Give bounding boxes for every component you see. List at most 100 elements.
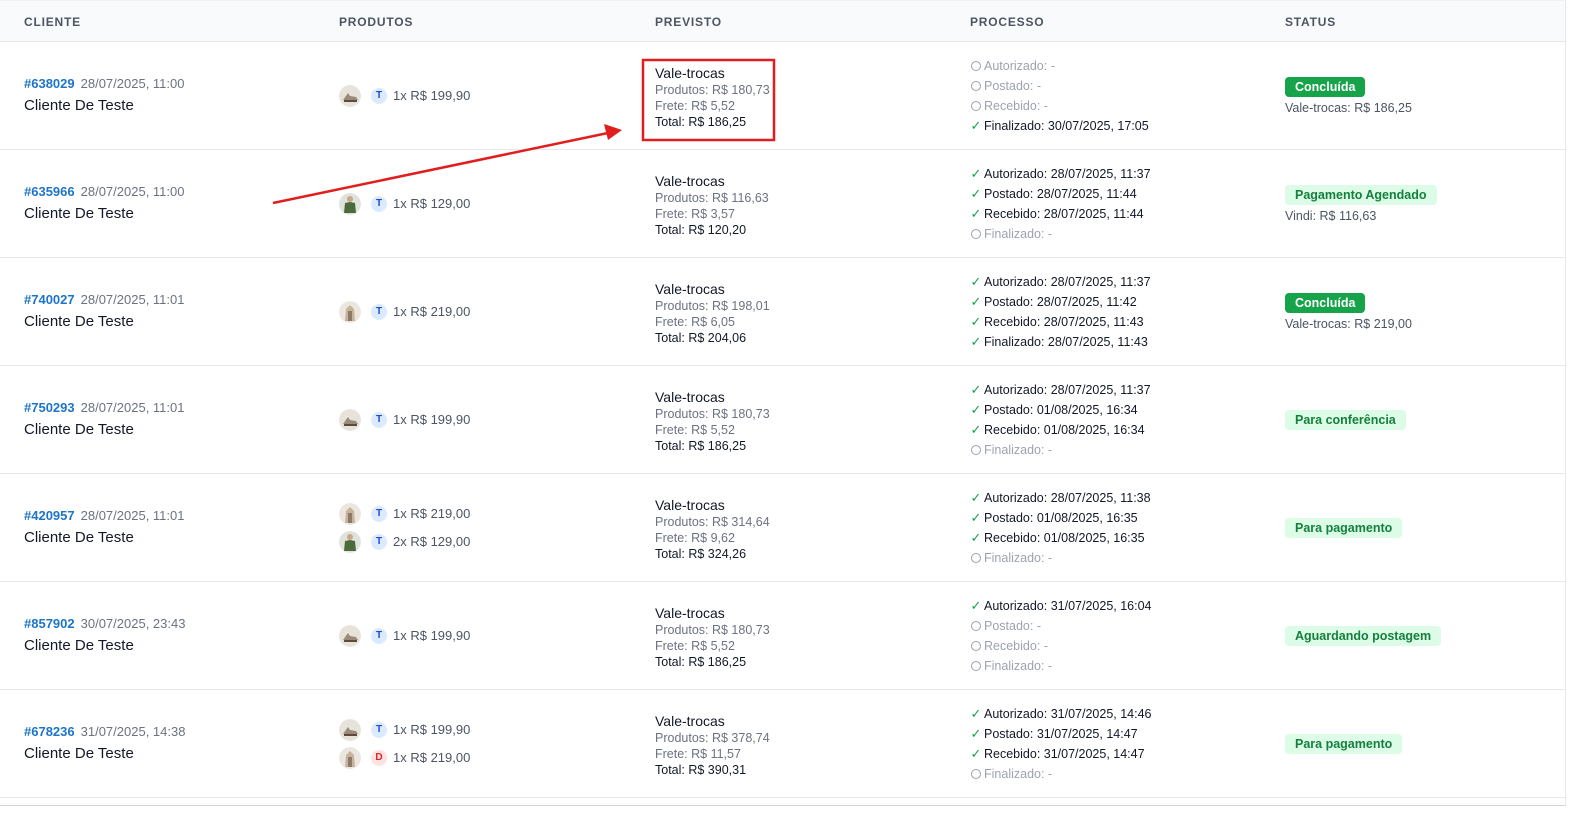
process-step: ✓ Postado: 28/07/2025, 11:44 [970, 184, 1270, 204]
product-thumbnail [339, 84, 361, 107]
process-step-text: Postado: 31/07/2025, 14:47 [984, 727, 1138, 741]
process-step: Finalizado: - [970, 224, 1270, 244]
process-cell: ✓ Autorizado: 28/07/2025, 11:37 ✓ Postad… [970, 164, 1270, 244]
table-row[interactable]: #678236 31/07/2025, 14:38 Cliente De Test… [0, 690, 1565, 798]
products-cell: T 1x R$ 219,00 T 2x R$ 129,00 [339, 474, 639, 581]
header-client[interactable]: CLIENTE [24, 15, 81, 29]
client-name: Cliente De Teste [24, 637, 134, 654]
product-item[interactable]: T 1x R$ 199,90 [339, 408, 639, 431]
table-row[interactable]: #420957 28/07/2025, 11:01 Cliente De Test… [0, 474, 1565, 582]
product-item[interactable]: T 1x R$ 219,00 [339, 300, 639, 323]
check-icon: ✓ [970, 510, 982, 525]
order-date: 28/07/2025, 11:01 [80, 508, 185, 523]
product-qty-price: 2x R$ 129,00 [393, 534, 471, 549]
forecast-freight: Frete: R$ 5,52 [655, 99, 735, 113]
product-qty-price: 1x R$ 219,00 [393, 750, 471, 765]
status-badge: Aguardando postagem [1285, 625, 1442, 646]
product-item[interactable]: D 1x R$ 219,00 [339, 746, 639, 769]
client-cell: #420957 28/07/2025, 11:01 Cliente De Test… [24, 507, 324, 546]
product-qty-price: 1x R$ 199,90 [393, 88, 471, 103]
process-step: ✓ Autorizado: 31/07/2025, 14:46 [970, 704, 1270, 724]
table-row[interactable]: #857902 30/07/2025, 23:43 Cliente De Test… [0, 582, 1565, 690]
process-step-text: Postado: 28/07/2025, 11:42 [984, 295, 1137, 309]
process-step: ✓ Postado: 01/08/2025, 16:34 [970, 400, 1270, 420]
client-name: Cliente De Teste [24, 97, 134, 114]
forecast-total: Total: R$ 186,25 [655, 655, 747, 669]
forecast-title: Vale-trocas [655, 713, 725, 729]
products-cell: T 1x R$ 199,90 [339, 582, 639, 689]
status-cell: Concluída Vale-trocas: R$ 219,00 [1285, 258, 1555, 365]
process-step: ✓ Recebido: 28/07/2025, 11:43 [970, 312, 1270, 332]
product-type-badge: T [371, 303, 387, 320]
header-products[interactable]: PRODUTOS [339, 15, 413, 29]
header-forecast[interactable]: PREVISTO [655, 15, 722, 29]
process-step-text: Recebido: 28/07/2025, 11:43 [984, 315, 1144, 329]
circle-icon [970, 101, 982, 111]
product-item[interactable]: T 1x R$ 199,90 [339, 84, 639, 107]
client-name: Cliente De Teste [24, 745, 134, 762]
forecast-cell: Vale-trocas Produtos: R$ 180,73 Frete: R… [655, 64, 915, 130]
status-badge: Pagamento Agendado [1285, 184, 1437, 205]
status-cell: Concluída Vale-trocas: R$ 186,25 [1285, 42, 1555, 149]
order-id-link[interactable]: #635966 [24, 184, 75, 199]
product-qty-price: 1x R$ 129,00 [393, 196, 471, 211]
process-cell: ✓ Autorizado: 28/07/2025, 11:38 ✓ Postad… [970, 488, 1270, 568]
process-step: Finalizado: - [970, 764, 1270, 784]
products-cell: T 1x R$ 219,00 [339, 258, 639, 365]
order-id-link[interactable]: #420957 [24, 508, 75, 523]
table-row[interactable]: #740027 28/07/2025, 11:01 Cliente De Test… [0, 258, 1565, 366]
process-step: Finalizado: - [970, 656, 1270, 676]
process-step-text: Finalizado: - [984, 659, 1053, 673]
client-name: Cliente De Teste [24, 313, 134, 330]
order-id-link[interactable]: #857902 [24, 616, 75, 631]
order-id-link[interactable]: #678236 [24, 724, 75, 739]
process-step-text: Autorizado: - [984, 59, 1055, 73]
process-step: ✓ Autorizado: 28/07/2025, 11:37 [970, 272, 1270, 292]
order-id-link[interactable]: #750293 [24, 400, 75, 415]
status-cell: Para pagamento [1285, 474, 1555, 581]
product-type-badge: T [371, 87, 387, 104]
status-badge: Para pagamento [1285, 517, 1403, 538]
product-type-badge: T [371, 721, 387, 738]
process-step-text: Finalizado: - [984, 227, 1053, 241]
process-cell: ✓ Autorizado: 28/07/2025, 11:37 ✓ Postad… [970, 272, 1270, 352]
process-step-text: Postado: 01/08/2025, 16:34 [984, 403, 1138, 417]
client-cell: #635966 28/07/2025, 11:00 Cliente De Test… [24, 183, 324, 222]
table-row[interactable]: #635966 28/07/2025, 11:00 Cliente De Test… [0, 150, 1565, 258]
process-step: ✓ Recebido: 28/07/2025, 11:44 [970, 204, 1270, 224]
order-id-link[interactable]: #740027 [24, 292, 75, 307]
status-note: Vindi: R$ 116,63 [1285, 208, 1377, 223]
check-icon: ✓ [970, 186, 982, 201]
header-status[interactable]: STATUS [1285, 15, 1336, 29]
status-badge: Para conferência [1285, 409, 1406, 430]
product-qty-price: 1x R$ 219,00 [393, 506, 471, 521]
table-row[interactable]: #750293 28/07/2025, 11:01 Cliente De Test… [0, 366, 1565, 474]
header-process[interactable]: PROCESSO [970, 15, 1044, 29]
product-item[interactable]: T 1x R$ 199,90 [339, 624, 639, 647]
process-step-text: Finalizado: - [984, 443, 1053, 457]
product-item[interactable]: T 1x R$ 129,00 [339, 192, 639, 215]
status-badge: Concluída [1285, 292, 1366, 313]
order-id-link[interactable]: #638029 [24, 76, 75, 91]
table-row[interactable]: #638029 28/07/2025, 11:00 Cliente De Test… [0, 42, 1565, 150]
product-item[interactable]: T 2x R$ 129,00 [339, 530, 639, 553]
process-step: Recebido: - [970, 96, 1270, 116]
process-step-text: Postado: - [984, 79, 1041, 93]
forecast-products: Produtos: R$ 180,73 [655, 83, 770, 97]
forecast-total: Total: R$ 120,20 [655, 223, 747, 237]
process-step-text: Finalizado: 28/07/2025, 11:43 [984, 335, 1148, 349]
status-badge: Para pagamento [1285, 733, 1403, 754]
check-icon: ✓ [970, 490, 982, 505]
product-thumbnail [339, 746, 361, 769]
forecast-freight: Frete: R$ 5,52 [655, 639, 735, 653]
process-step-text: Autorizado: 28/07/2025, 11:37 [984, 383, 1151, 397]
process-cell: Autorizado: - Postado: - Recebido: - ✓ F… [970, 56, 1270, 136]
check-icon: ✓ [970, 274, 982, 289]
product-thumbnail [339, 300, 361, 323]
client-cell: #740027 28/07/2025, 11:01 Cliente De Test… [24, 291, 324, 330]
forecast-total: Total: R$ 186,25 [655, 439, 747, 453]
circle-icon [970, 445, 982, 455]
product-item[interactable]: T 1x R$ 219,00 [339, 502, 639, 525]
circle-icon [970, 661, 982, 671]
product-item[interactable]: T 1x R$ 199,90 [339, 718, 639, 741]
